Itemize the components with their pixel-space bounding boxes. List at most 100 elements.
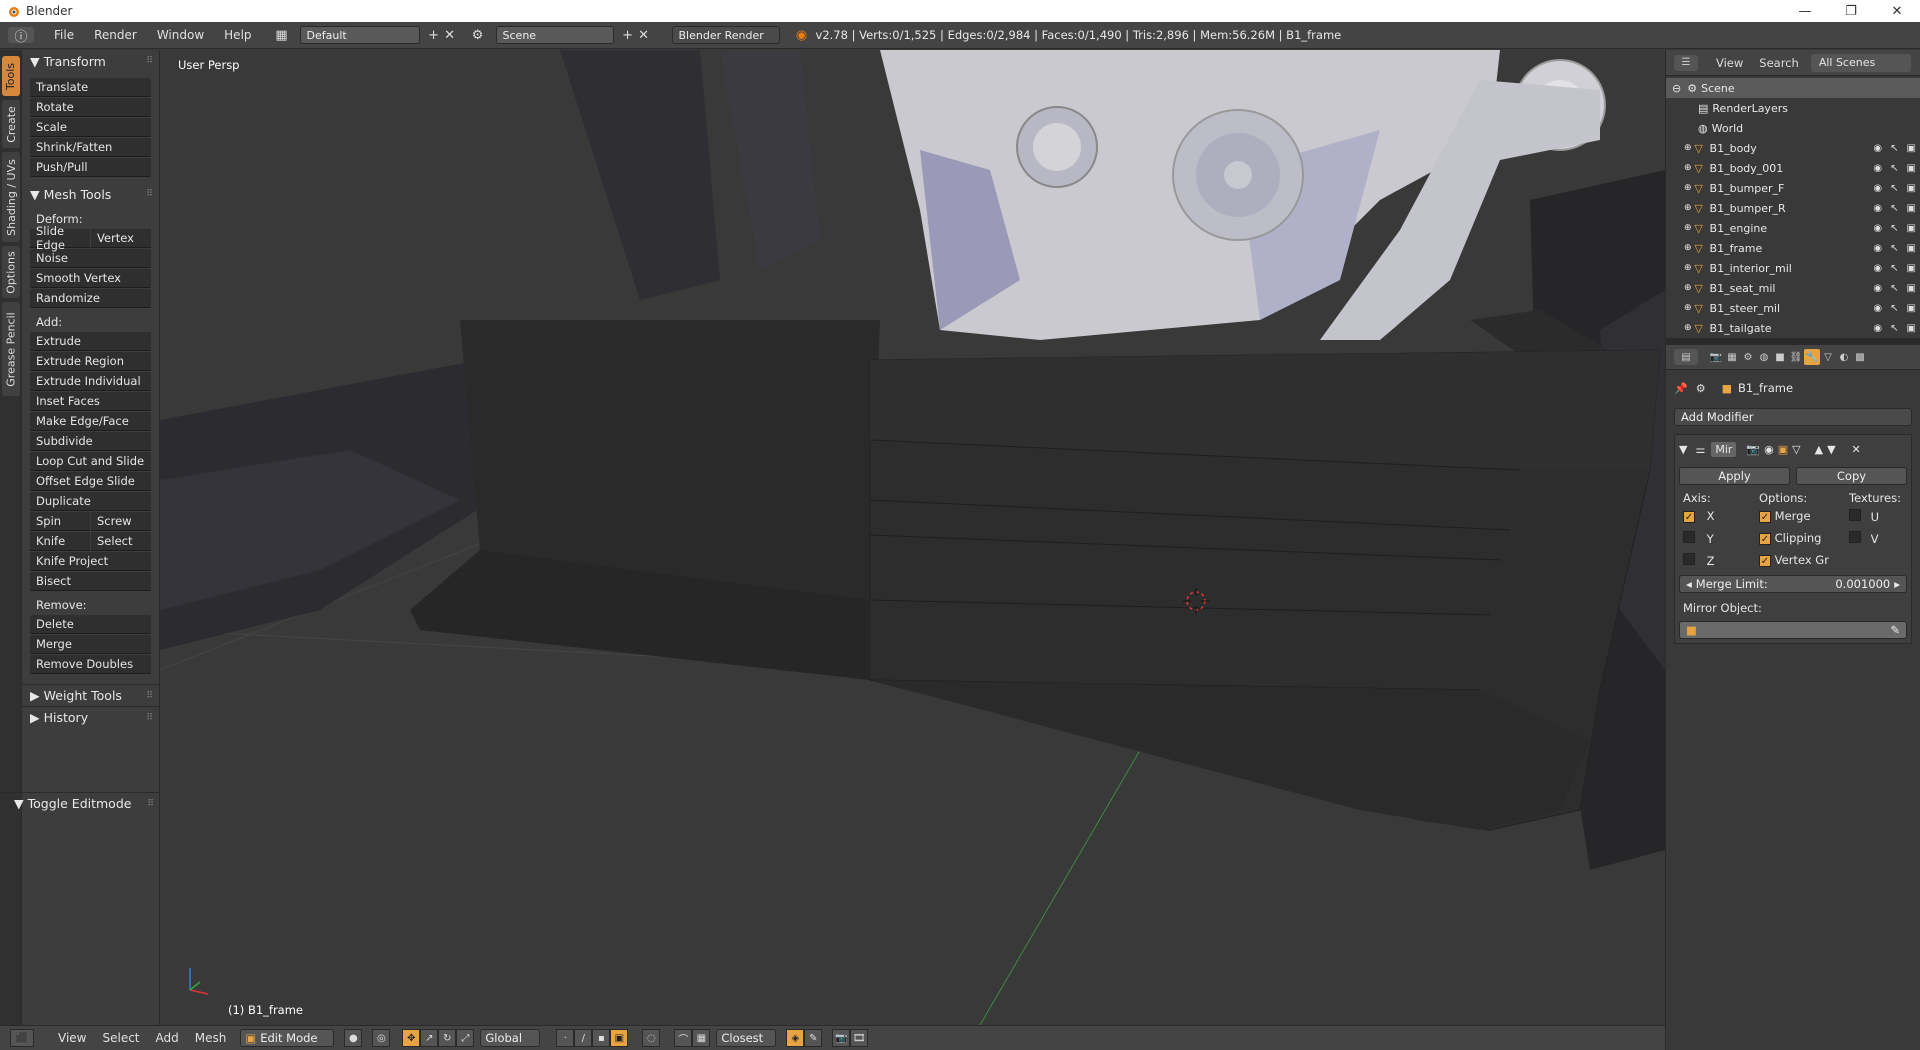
visibility-eye-icon[interactable]: ◉: [1873, 323, 1882, 334]
menu-add[interactable]: Add: [148, 1031, 187, 1045]
mode-select[interactable]: ▣ Edit Mode: [240, 1029, 335, 1047]
proportional-edit-icon[interactable]: ◌: [642, 1029, 661, 1047]
viewport-toggle-icon[interactable]: ◉: [1764, 443, 1774, 456]
remove-modifier-icon[interactable]: ✕: [1852, 443, 1861, 456]
render-tab-icon[interactable]: 📷: [1708, 349, 1724, 365]
renderable-camera-icon[interactable]: ▣: [1907, 183, 1916, 194]
properties-editor-icon[interactable]: ▤: [1674, 349, 1698, 365]
mirror-object-field[interactable]: ■ ✎: [1679, 621, 1907, 639]
menu-view[interactable]: View: [50, 1031, 94, 1045]
renderable-camera-icon[interactable]: ▣: [1907, 323, 1916, 334]
renderable-camera-icon[interactable]: ▣: [1907, 143, 1916, 154]
knife-project-button[interactable]: Knife Project: [30, 552, 151, 571]
renderable-camera-icon[interactable]: ▣: [1907, 223, 1916, 234]
visibility-eye-icon[interactable]: ◉: [1873, 143, 1882, 154]
menu-file[interactable]: File: [44, 28, 84, 42]
slide-vertex-button[interactable]: Vertex: [91, 229, 151, 248]
selectable-cursor-icon[interactable]: ↖: [1890, 183, 1898, 194]
snap-element-icon[interactable]: ▦: [692, 1029, 711, 1047]
outliner-view-menu[interactable]: View: [1708, 56, 1751, 70]
renderable-camera-icon[interactable]: ▣: [1907, 203, 1916, 214]
edge-select-icon[interactable]: /: [574, 1029, 593, 1047]
selectable-cursor-icon[interactable]: ↖: [1890, 243, 1898, 254]
transform-panel-header[interactable]: ▼ Transform ⠿: [22, 50, 159, 72]
outliner-object-row[interactable]: ⊕ ▽ B1_bumper_F ◉ ↖ ▣: [1666, 178, 1920, 198]
outliner-object-row[interactable]: ⊕ ▽ B1_frame ◉ ↖ ▣: [1666, 238, 1920, 258]
selectable-cursor-icon[interactable]: ↖: [1890, 203, 1898, 214]
align-rotation-icon[interactable]: ✎: [804, 1029, 823, 1047]
increment-arrow-icon[interactable]: ▸: [1894, 577, 1900, 591]
expand-icon[interactable]: ⊕: [1684, 143, 1692, 153]
expand-icon[interactable]: ⊕: [1684, 163, 1692, 173]
expand-icon[interactable]: ⊕: [1684, 303, 1692, 313]
eyedropper-icon[interactable]: ✎: [1890, 623, 1900, 637]
render-engine-select[interactable]: Blender Render: [671, 26, 780, 44]
data-tab-icon[interactable]: ▽: [1820, 349, 1836, 365]
add-layout-icon[interactable]: +: [426, 27, 442, 43]
selectable-cursor-icon[interactable]: ↖: [1890, 223, 1898, 234]
selectable-cursor-icon[interactable]: ↖: [1890, 163, 1898, 174]
vertex-select-icon[interactable]: ·: [556, 1029, 575, 1047]
remove-doubles-button[interactable]: Remove Doubles: [30, 655, 151, 674]
outliner-object-row[interactable]: ⊕ ▽ B1_body_001 ◉ ↖ ▣: [1666, 158, 1920, 178]
tab-options[interactable]: Options: [2, 246, 20, 298]
pin-icon[interactable]: 📌: [1674, 382, 1688, 395]
extrude-region-button[interactable]: Extrude Region: [30, 352, 151, 371]
scale-manipulator-icon[interactable]: ⤢: [456, 1029, 475, 1047]
remove-layout-icon[interactable]: ✕: [442, 27, 458, 43]
merge-limit-field[interactable]: ◂ Merge Limit: 0.001000 ▸: [1679, 575, 1907, 593]
outliner-object-row[interactable]: ⊕ ▽ B1_engine ◉ ↖ ▣: [1666, 218, 1920, 238]
delete-button[interactable]: Delete: [30, 615, 151, 634]
spin-button[interactable]: Spin: [30, 512, 90, 531]
scene-icon[interactable]: ⚙: [470, 27, 486, 43]
render-layers-tab-icon[interactable]: ▦: [1724, 349, 1740, 365]
scene-tab-icon[interactable]: ⚙: [1740, 349, 1756, 365]
menu-help[interactable]: Help: [214, 28, 261, 42]
smooth-vertex-button[interactable]: Smooth Vertex: [30, 269, 151, 288]
pivot-point-icon[interactable]: ◎: [372, 1029, 391, 1047]
toggle-editmode-panel-header[interactable]: ▼ Toggle Editmode ⠿: [0, 792, 160, 814]
texture-tab-icon[interactable]: ▩: [1852, 349, 1868, 365]
viewport-scene[interactable]: [160, 50, 1665, 1025]
outliner-object-row[interactable]: ⊕ ▽ B1_body ◉ ↖ ▣: [1666, 138, 1920, 158]
opengl-render-icon[interactable]: 📷: [832, 1029, 851, 1047]
close-window-button[interactable]: ✕: [1874, 0, 1920, 22]
selectable-cursor-icon[interactable]: ↖: [1890, 143, 1898, 154]
material-tab-icon[interactable]: ◐: [1836, 349, 1852, 365]
expand-icon[interactable]: ⊕: [1684, 323, 1692, 333]
collapse-arrow-icon[interactable]: ▼: [1679, 443, 1687, 456]
subdivide-button[interactable]: Subdivide: [30, 432, 151, 451]
axis-z-checkbox[interactable]: [1683, 552, 1695, 565]
selectable-cursor-icon[interactable]: ↖: [1890, 303, 1898, 314]
add-scene-icon[interactable]: +: [620, 27, 636, 43]
move-down-icon[interactable]: ▼: [1827, 443, 1835, 456]
merge-checkbox[interactable]: ✓: [1759, 511, 1771, 524]
inset-faces-button[interactable]: Inset Faces: [30, 392, 151, 411]
cage-toggle-icon[interactable]: ▽: [1792, 443, 1800, 456]
renderable-camera-icon[interactable]: ▣: [1907, 263, 1916, 274]
translate-manipulator-icon[interactable]: ↗: [420, 1029, 439, 1047]
outliner-world-row[interactable]: ◍ World: [1666, 118, 1920, 138]
selectable-cursor-icon[interactable]: ↖: [1890, 283, 1898, 294]
scene-field[interactable]: Scene: [495, 26, 614, 44]
orientation-select[interactable]: Global: [480, 1029, 541, 1047]
outliner-editor-icon[interactable]: ☰: [1674, 54, 1698, 71]
randomize-button[interactable]: Randomize: [30, 289, 151, 308]
loop-cut-button[interactable]: Loop Cut and Slide: [30, 452, 151, 471]
drag-grip-icon[interactable]: ⠿: [147, 799, 154, 809]
outliner-scene-row[interactable]: ⊖ ⚙ Scene: [1666, 78, 1920, 98]
visibility-eye-icon[interactable]: ◉: [1873, 263, 1882, 274]
make-edge-face-button[interactable]: Make Edge/Face: [30, 412, 151, 431]
bisect-button[interactable]: Bisect: [30, 572, 151, 591]
tab-shading-uvs[interactable]: Shading / UVs: [2, 152, 20, 242]
outliner-search-menu[interactable]: Search: [1751, 56, 1807, 70]
screen-layout-icon[interactable]: ▦: [274, 27, 290, 43]
outliner-object-row[interactable]: ⊕ ▽ B1_steer_mil ◉ ↖ ▣: [1666, 298, 1920, 318]
axis-x-checkbox[interactable]: ✓: [1683, 511, 1695, 524]
knife-select-button[interactable]: Select: [91, 532, 151, 551]
modifier-name-field[interactable]: Mir: [1711, 441, 1737, 457]
visibility-eye-icon[interactable]: ◉: [1873, 223, 1882, 234]
visibility-eye-icon[interactable]: ◉: [1873, 183, 1882, 194]
viewport-shading-icon[interactable]: ●: [344, 1029, 363, 1047]
rotate-manipulator-icon[interactable]: ↻: [438, 1029, 457, 1047]
